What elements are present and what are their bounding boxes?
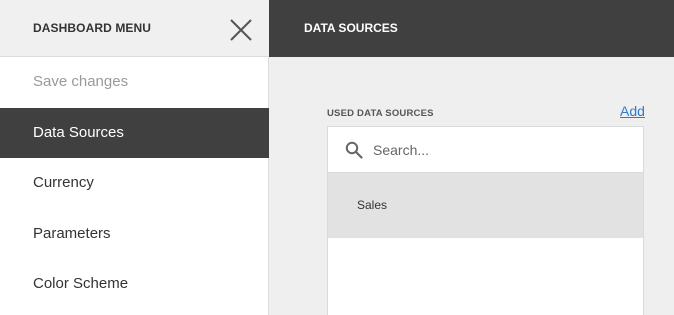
data-source-list: Sales [327,126,644,315]
menu-item-parameters[interactable]: Parameters [0,209,269,259]
add-data-source-link[interactable]: Add [620,103,645,119]
dashboard-menu-title: DASHBOARD MENU [33,21,152,35]
dashboard-designer: DASHBOARD MENU Save changes Data Sources… [0,0,674,315]
menu-item-currency[interactable]: Currency [0,158,269,208]
data-sources-title: DATA SOURCES [304,21,398,35]
data-sources-header: DATA SOURCES [269,0,674,57]
menu-item-color-scheme[interactable]: Color Scheme [0,259,269,309]
search-input[interactable] [373,139,623,161]
dashboard-menu-header: DASHBOARD MENU [0,0,269,57]
close-icon [230,19,252,41]
search-icon [345,141,363,159]
dashboard-menu: DASHBOARD MENU Save changes Data Sources… [0,0,269,315]
menu-item-save-changes[interactable]: Save changes [0,57,269,107]
data-sources-panel: DATA SOURCES USED DATA SOURCES Add Sales [269,0,674,315]
search-box [328,127,643,173]
menu-item-data-sources[interactable]: Data Sources [0,108,269,158]
data-source-item-sales[interactable]: Sales [328,173,643,238]
used-data-sources-label: USED DATA SOURCES [327,108,434,119]
close-menu-button[interactable] [229,18,253,42]
